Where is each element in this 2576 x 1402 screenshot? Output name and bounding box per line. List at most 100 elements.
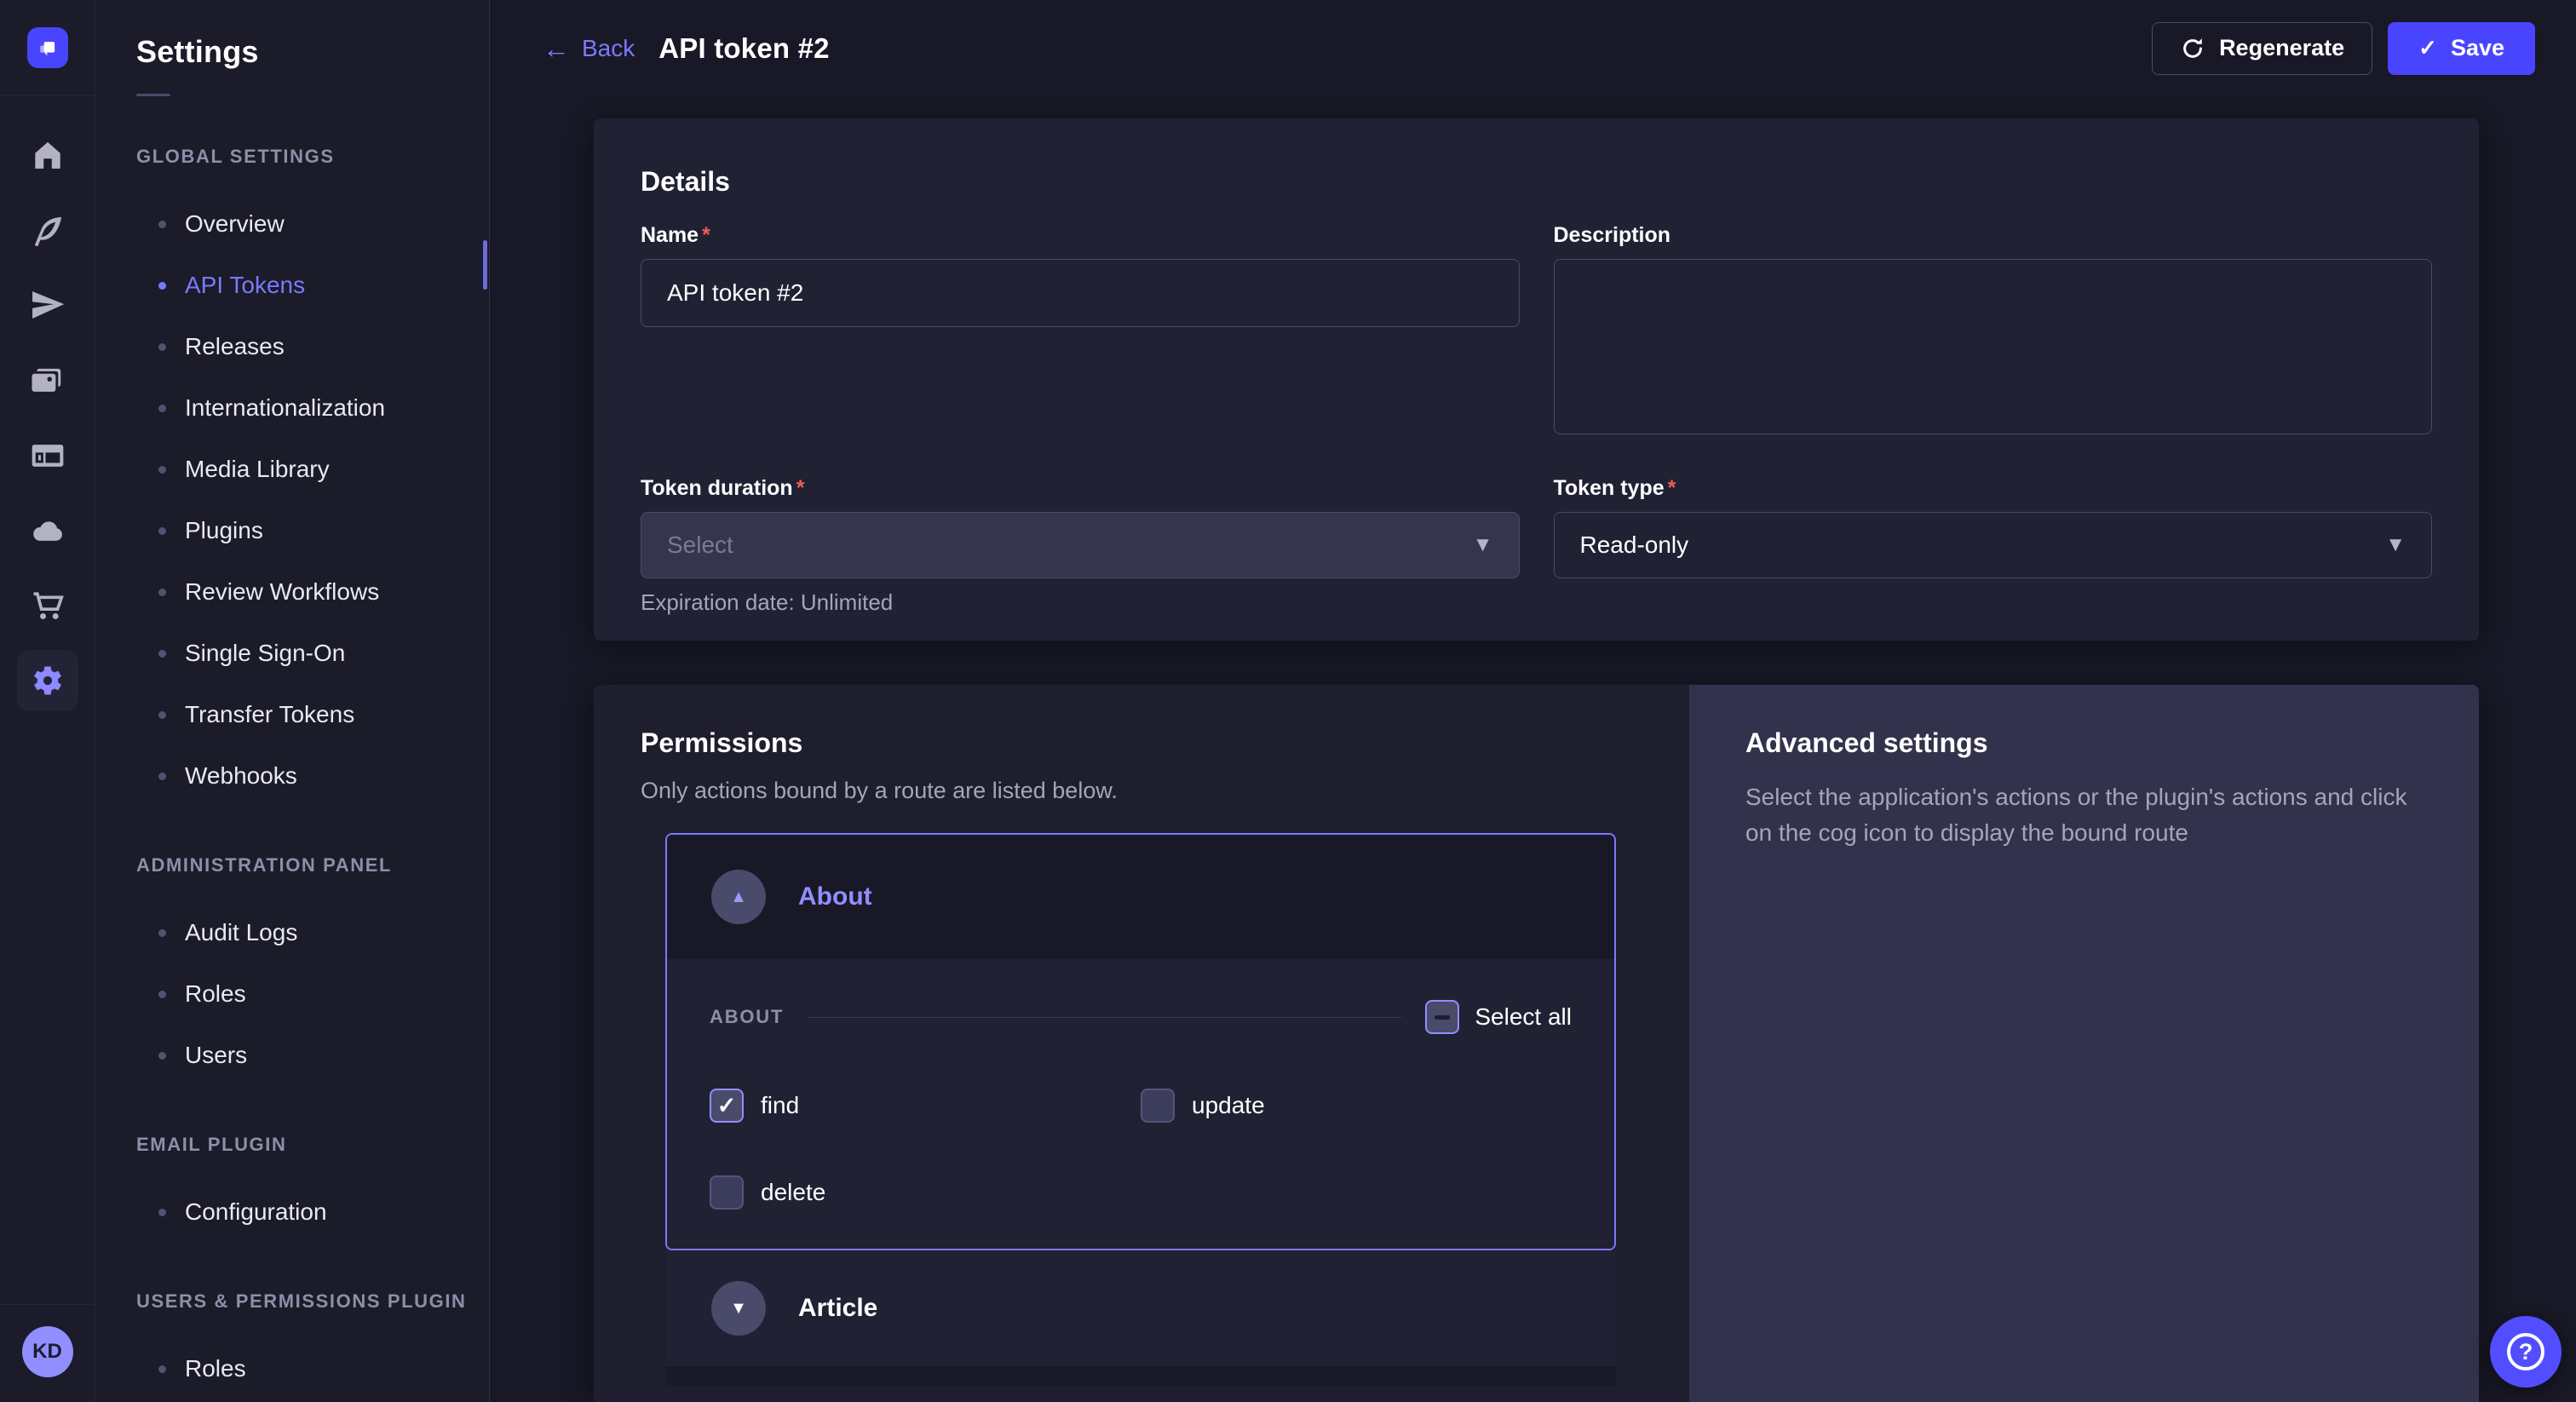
token-type-select[interactable]: Read-only ▼: [1554, 512, 2433, 578]
bullet-icon: [158, 650, 166, 658]
settings-subnav: Settings GLOBAL SETTINGS Overview API To…: [95, 0, 490, 1402]
sidebar-item-api-tokens[interactable]: API Tokens: [136, 255, 489, 316]
name-label: Name*: [641, 223, 1520, 249]
next-accordion-partial: [665, 1366, 1616, 1385]
permissions-panel: Permissions Only actions bound by a rout…: [594, 685, 1689, 1402]
caret-down-icon: ▼: [1473, 533, 1493, 557]
sidebar-item-internationalization[interactable]: Internationalization: [136, 377, 489, 439]
sidebar-item-overview[interactable]: Overview: [136, 193, 489, 255]
subnav-title-rule: [136, 94, 170, 96]
section-divider: [808, 1017, 1401, 1018]
main-area: ← Back API token #2 Regenerate ✓ Save De…: [490, 0, 2576, 1402]
find-checkbox[interactable]: ✓: [710, 1089, 744, 1123]
sidebar-item-webhooks[interactable]: Webhooks: [136, 745, 489, 807]
layout-icon[interactable]: [0, 418, 95, 493]
required-asterisk: *: [702, 223, 710, 247]
bullet-icon: [158, 527, 166, 535]
back-label: Back: [582, 35, 635, 62]
accordion-about-title: About: [798, 882, 872, 911]
subnav-scrollbar-thumb[interactable]: [483, 240, 487, 290]
token-duration-select[interactable]: Select ▼: [641, 512, 1520, 578]
bullet-icon: [158, 991, 166, 998]
icon-sidebar: KD: [0, 0, 95, 1402]
bullet-icon: [158, 1052, 166, 1060]
content-feather-icon[interactable]: [0, 193, 95, 268]
logo-cell: [0, 0, 95, 96]
delete-checkbox[interactable]: [710, 1175, 744, 1210]
action-update[interactable]: update: [1141, 1089, 1572, 1123]
about-section-row: ABOUT Select all: [710, 993, 1572, 1041]
check-icon: ✓: [2418, 35, 2437, 61]
details-fields-grid: Name* Description Token duration*: [641, 223, 2432, 616]
permissions-heading: Permissions: [641, 727, 1689, 759]
sidebar-item-admin-users[interactable]: Users: [136, 1025, 489, 1086]
strapi-settings-screen: KD Settings GLOBAL SETTINGS Overview API…: [0, 0, 2576, 1402]
details-card: Details Name* Description: [594, 118, 2479, 641]
chevron-down-icon: ▼: [730, 1299, 747, 1319]
help-button[interactable]: ?: [2490, 1316, 2562, 1388]
paper-plane-icon[interactable]: [0, 268, 95, 343]
section-label-administration-panel: ADMINISTRATION PANEL: [136, 854, 489, 876]
bullet-icon: [158, 221, 166, 228]
description-label: Description: [1554, 223, 2433, 249]
settings-gear-icon[interactable]: [0, 643, 95, 718]
page-title: API token #2: [658, 32, 829, 65]
sidebar-item-media-library[interactable]: Media Library: [136, 439, 489, 500]
select-all-checkbox[interactable]: [1425, 1000, 1459, 1034]
strapi-logo[interactable]: [27, 27, 68, 68]
sidebar-item-admin-roles[interactable]: Roles: [136, 963, 489, 1025]
sidebar-item-plugins[interactable]: Plugins: [136, 500, 489, 561]
home-icon[interactable]: [0, 118, 95, 193]
chevron-up-icon: ▲: [730, 888, 747, 907]
media-library-icon[interactable]: [0, 343, 95, 418]
expiration-hint: Expiration date: Unlimited: [641, 589, 1520, 616]
token-duration-label: Token duration*: [641, 476, 1520, 502]
section-label-users-permissions-plugin: USERS & PERMISSIONS PLUGIN: [136, 1290, 489, 1313]
description-textarea[interactable]: [1554, 259, 2433, 434]
strapi-mark-icon: [35, 35, 60, 60]
sidebar-item-review-workflows[interactable]: Review Workflows: [136, 561, 489, 623]
name-input[interactable]: [641, 259, 1520, 327]
select-all-label: Select all: [1475, 1003, 1572, 1031]
delete-label: delete: [761, 1179, 825, 1206]
sidebar-item-single-sign-on[interactable]: Single Sign-On: [136, 623, 489, 684]
active-icon-pill: [17, 650, 78, 711]
sidebar-item-email-configuration[interactable]: Configuration: [136, 1181, 489, 1243]
update-checkbox[interactable]: [1141, 1089, 1175, 1123]
description-field-group: Description: [1554, 223, 2433, 439]
sidebar-item-transfer-tokens[interactable]: Transfer Tokens: [136, 684, 489, 745]
details-heading: Details: [641, 166, 2432, 198]
sidebar-item-up-roles[interactable]: Roles: [136, 1338, 489, 1399]
cloud-icon[interactable]: [0, 493, 95, 568]
page-content: Details Name* Description: [490, 96, 2576, 1402]
expand-chevron-button[interactable]: ▼: [711, 1281, 766, 1336]
accordion-article-header[interactable]: ▼ Article: [665, 1250, 1616, 1366]
save-label: Save: [2451, 35, 2504, 61]
select-all-control[interactable]: Select all: [1425, 1000, 1572, 1034]
action-find[interactable]: ✓ find: [710, 1089, 1141, 1123]
token-type-label: Token type*: [1554, 476, 2433, 502]
check-icon: ✓: [717, 1095, 737, 1118]
permissions-accordion-group: ▲ About ABOUT Select al: [665, 833, 1616, 1385]
back-link[interactable]: ← Back: [543, 35, 635, 62]
advanced-settings-panel: Advanced settings Select the application…: [1689, 685, 2479, 1402]
page-header: ← Back API token #2 Regenerate ✓ Save: [490, 0, 2576, 96]
subnav-title: Settings: [136, 34, 489, 70]
regenerate-button[interactable]: Regenerate: [2152, 22, 2372, 75]
email-plugin-list: Configuration: [136, 1181, 489, 1243]
collapse-chevron-button[interactable]: ▲: [711, 870, 766, 924]
save-button[interactable]: ✓ Save: [2388, 22, 2535, 75]
sidebar-item-releases[interactable]: Releases: [136, 316, 489, 377]
action-delete[interactable]: delete: [710, 1175, 1141, 1210]
bullet-icon: [158, 929, 166, 937]
token-duration-placeholder: Select: [667, 531, 733, 559]
marketplace-cart-icon[interactable]: [0, 568, 95, 643]
user-avatar[interactable]: KD: [22, 1326, 73, 1377]
accordion-about-header[interactable]: ▲ About: [667, 835, 1614, 959]
sidebar-icon-list: [0, 118, 95, 718]
bullet-icon: [158, 589, 166, 596]
question-circle-icon: ?: [2507, 1333, 2544, 1370]
accordion-about: ▲ About ABOUT Select al: [665, 833, 1616, 1250]
token-type-field-group: Token type* Read-only ▼: [1554, 476, 2433, 616]
sidebar-item-audit-logs[interactable]: Audit Logs: [136, 902, 489, 963]
